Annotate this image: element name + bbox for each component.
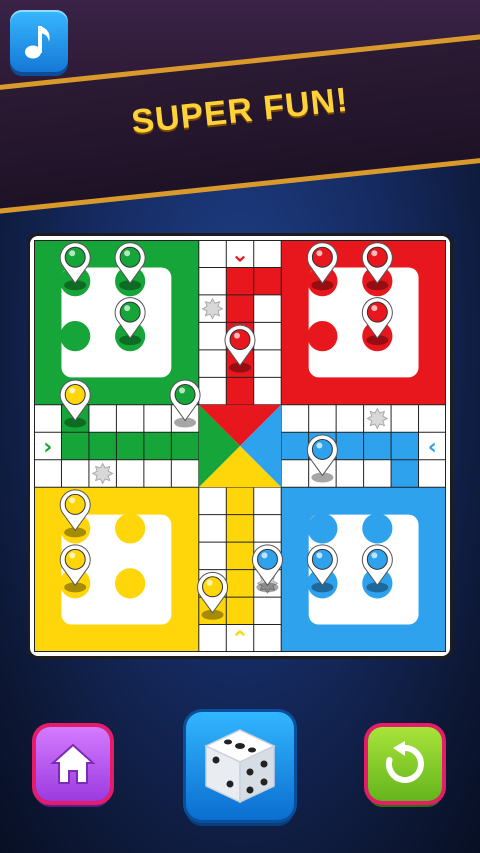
music-button[interactable] [10,10,68,72]
track-cell-red [226,377,254,405]
track-cell-blue [391,459,419,488]
track-cell-blue [363,432,392,460]
yard-spot-green [60,321,91,352]
track-cell-blue [391,432,419,460]
track-cell-green [171,432,199,460]
track-cell-yellow [226,569,254,598]
track-cell-red [253,267,282,295]
safe-star-icon [201,297,224,320]
track-cell-yellow [226,487,254,515]
track-cell-blue [336,432,364,460]
direction-arrow-icon: ⌄ [231,243,249,268]
track-cell-red [226,294,254,323]
yard-spot-red [307,321,338,352]
dice-button[interactable] [186,712,294,820]
dice-icon [204,729,276,804]
game-screen: SUPER FUN! ⌄ › ‹ ⌃ [0,0,480,853]
yard-spot-blue [362,513,393,544]
safe-star-icon [366,407,389,430]
track-cell-red [226,267,254,295]
yard-spot-yellow [115,513,146,544]
track-cell-yellow [226,597,254,625]
yard-spot-yellow [115,568,146,599]
track-cell-green [88,432,117,460]
home-icon [50,743,96,784]
home-button[interactable] [36,727,110,801]
track-cell-green [61,432,89,460]
direction-arrow-icon: ‹ [428,435,437,460]
ludo-board: ⌄ › ‹ ⌃ [34,240,446,652]
track-cell-yellow [226,514,254,543]
music-note-icon [25,26,50,59]
track-cell-blue [281,432,309,460]
restart-icon [386,741,424,783]
restart-button[interactable] [368,727,442,801]
track-cell-green [143,432,172,460]
yard-spot-blue [307,513,338,544]
direction-arrow-icon: › [43,435,52,460]
track-cell-green [116,432,144,460]
direction-arrow-icon: ⌃ [231,627,249,652]
track-cell-yellow [226,542,254,570]
safe-star-icon [91,462,114,485]
